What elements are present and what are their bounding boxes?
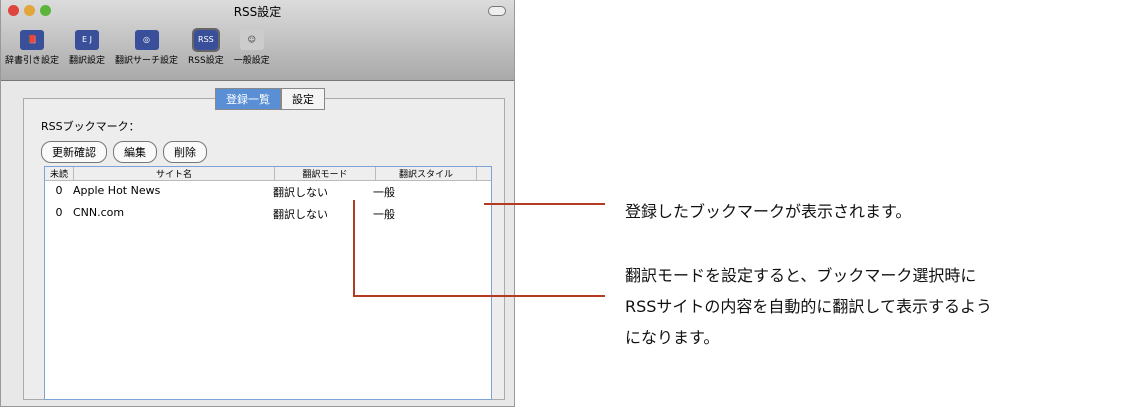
annotation-bookmarks: 登録したブックマークが表示されます。 xyxy=(625,202,912,221)
annotation-translate-mode: 翻訳モードを設定すると、ブックマーク選択時に RSSサイトの内容を自動的に翻訳して… xyxy=(625,266,992,347)
